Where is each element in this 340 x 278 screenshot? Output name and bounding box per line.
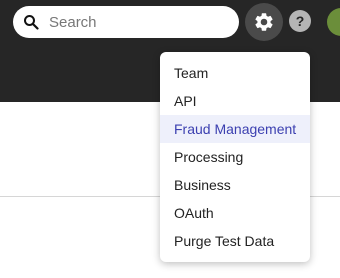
menu-item-api[interactable]: API — [160, 87, 310, 115]
search-input[interactable] — [49, 6, 229, 38]
menu-item-oauth[interactable]: OAuth — [160, 199, 310, 227]
menu-item-team[interactable]: Team — [160, 59, 310, 87]
search-icon — [24, 15, 39, 30]
menu-item-processing[interactable]: Processing — [160, 143, 310, 171]
menu-item-purge-test-data[interactable]: Purge Test Data — [160, 227, 310, 255]
help-icon: ? — [295, 13, 305, 29]
settings-dropdown-menu: Team API Fraud Management Processing Bus… — [160, 52, 310, 262]
help-button[interactable]: ? — [289, 10, 311, 32]
menu-item-business[interactable]: Business — [160, 171, 310, 199]
gear-icon — [255, 13, 273, 31]
search-box[interactable] — [13, 6, 239, 38]
menu-item-fraud-management[interactable]: Fraud Management — [160, 115, 310, 143]
settings-button[interactable] — [245, 3, 283, 41]
avatar[interactable] — [327, 8, 340, 36]
